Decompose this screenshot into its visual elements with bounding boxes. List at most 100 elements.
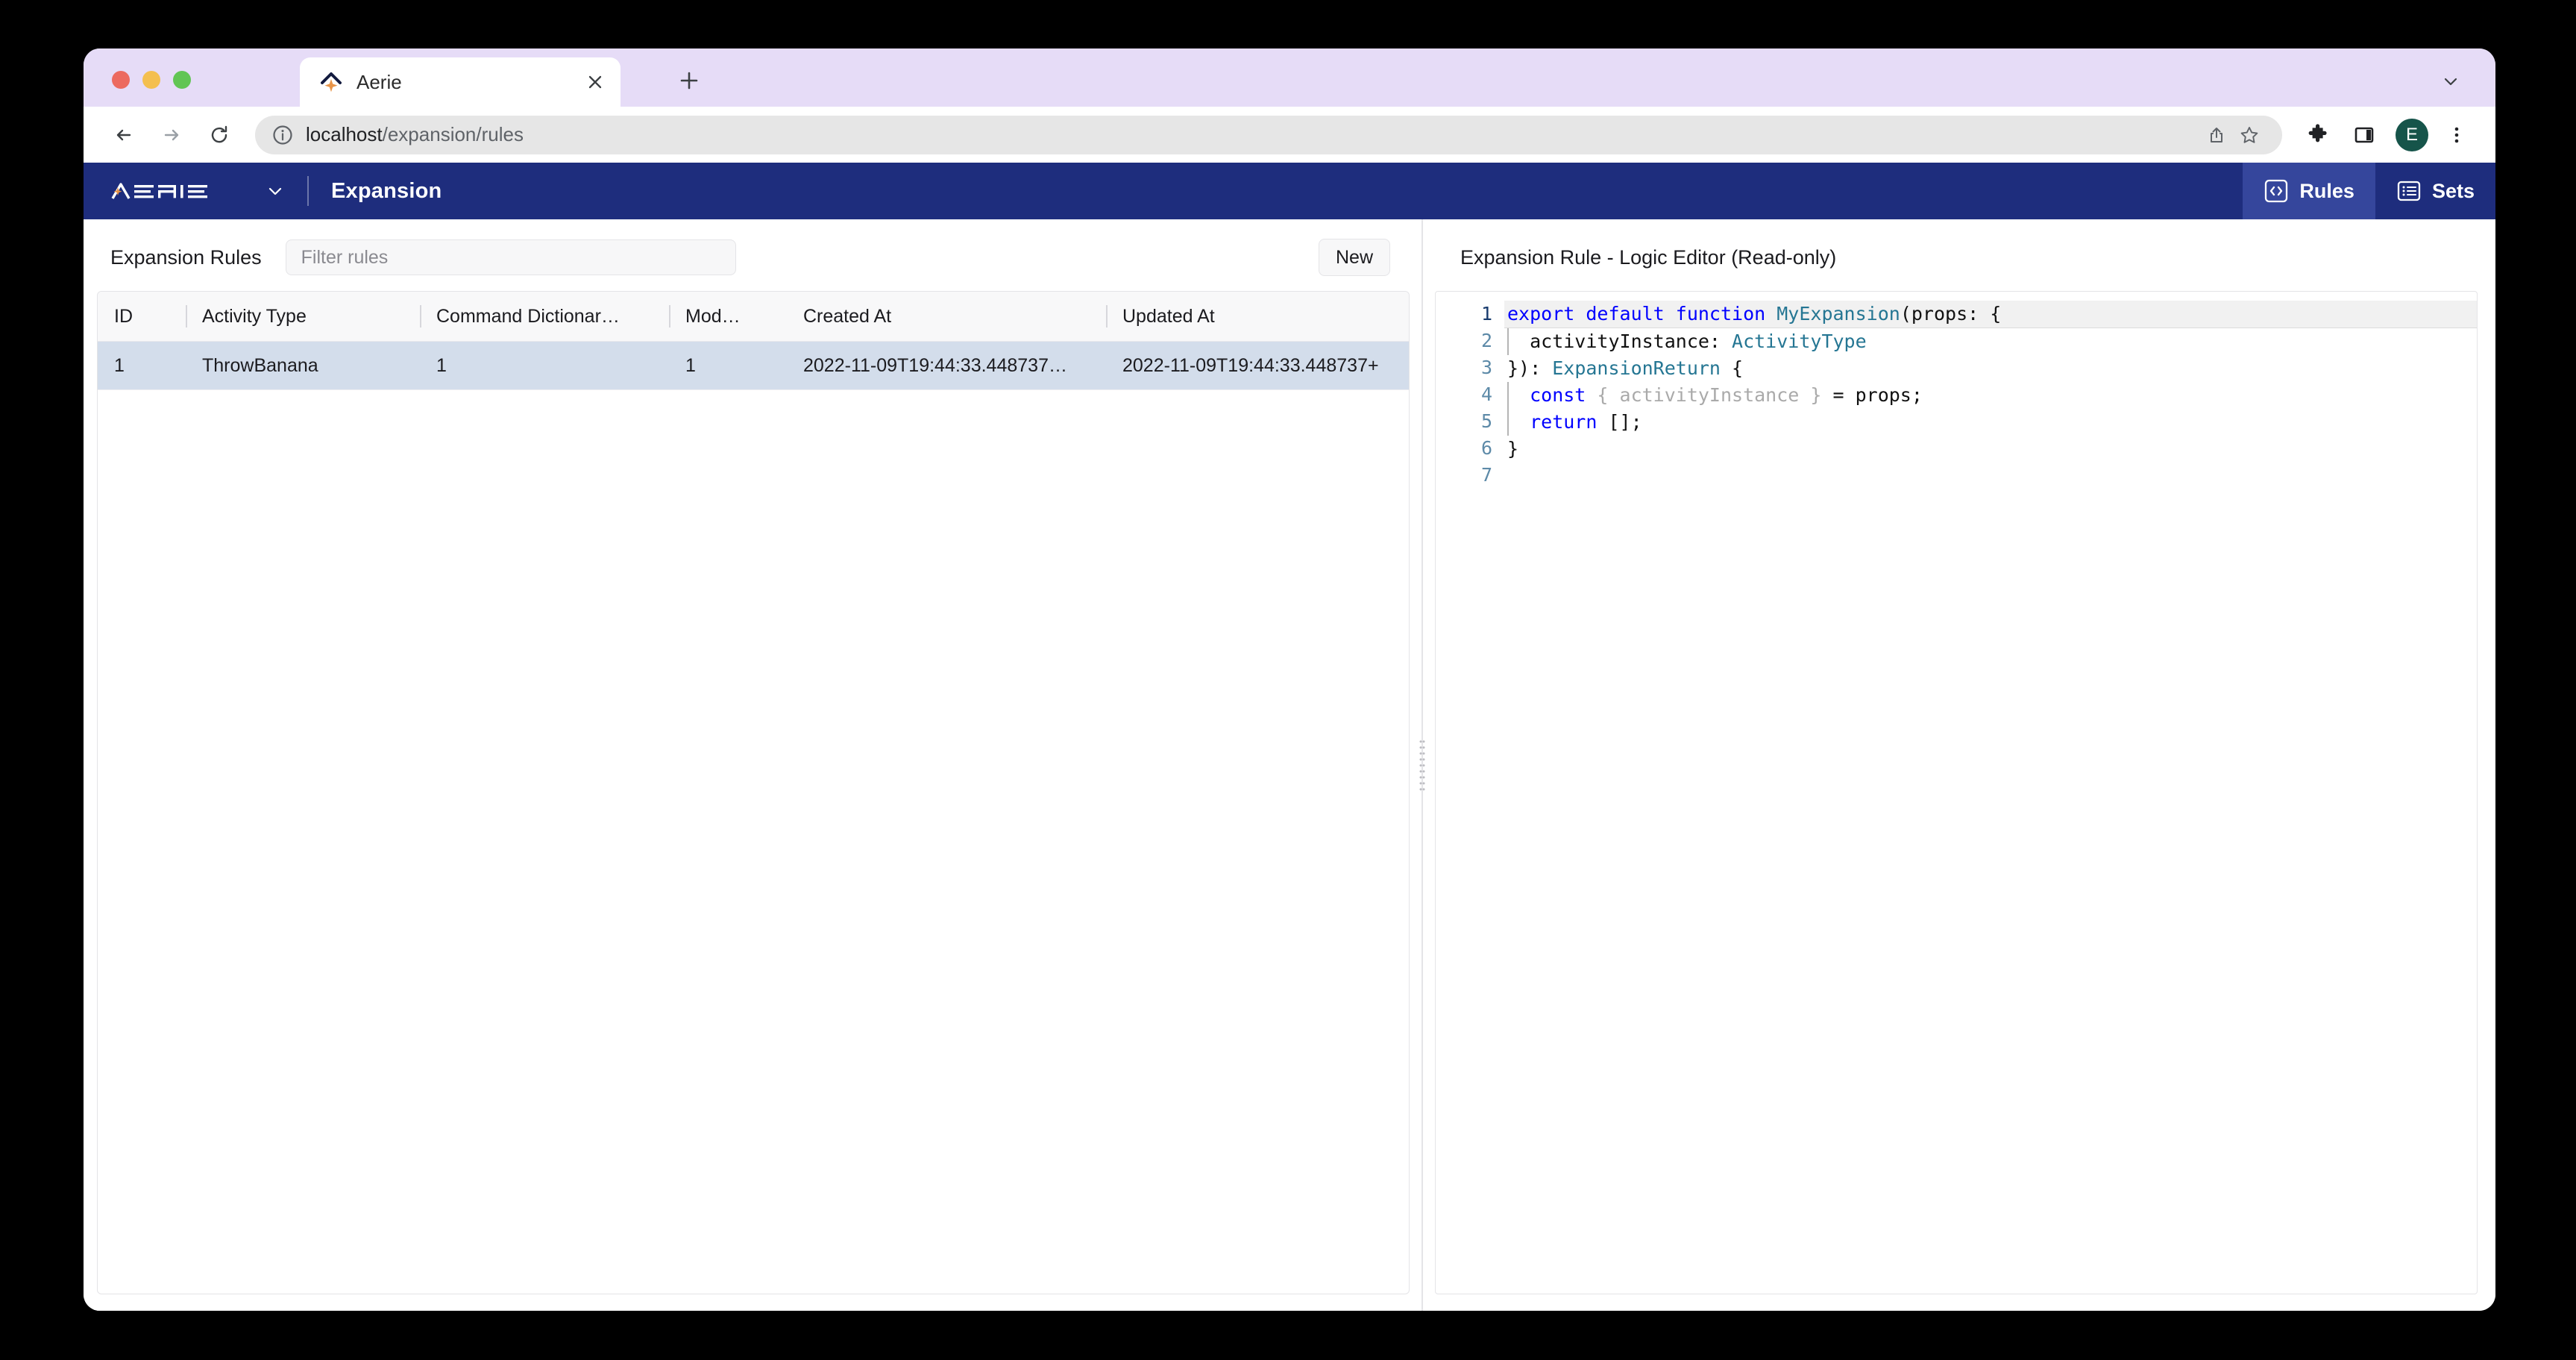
cell-model: 1 [669, 355, 787, 377]
column-header-activity-type[interactable]: Activity Type [186, 292, 420, 341]
line-number: 4 [1436, 381, 1492, 408]
editor-panel-header: Expansion Rule - Logic Editor (Read-only… [1435, 236, 2478, 279]
window-traffic-lights [112, 71, 191, 89]
editor-line-number-gutter: 1 2 3 4 5 6 7 [1436, 301, 1504, 489]
line-number: 1 [1436, 301, 1492, 328]
side-panel-icon[interactable] [2346, 117, 2382, 153]
editor-panel-title: Expansion Rule - Logic Editor (Read-only… [1460, 246, 1836, 269]
code-editor[interactable]: 1 2 3 4 5 6 7 export default function My… [1435, 291, 2478, 1294]
window-close-button[interactable] [112, 71, 130, 89]
column-header-command-dictionary[interactable]: Command Dictionar… [420, 292, 669, 341]
line-number: 5 [1436, 408, 1492, 435]
info-circle-icon[interactable] [271, 124, 294, 146]
share-icon[interactable] [2200, 119, 2233, 151]
app-nav-bar: Expansion Rules Sets [84, 163, 2495, 219]
column-header-updated-at[interactable]: Updated At [1106, 292, 1404, 341]
address-bar-url: localhost/expansion/rules [306, 123, 2200, 146]
profile-avatar[interactable]: E [2396, 119, 2428, 151]
line-number: 2 [1436, 328, 1492, 354]
code-token: (props: { [1900, 303, 2001, 325]
code-token: { activityInstance } [1586, 384, 1821, 406]
code-token: }): [1507, 357, 1552, 379]
code-line: const { activityInstance } = props; [1504, 382, 2477, 409]
cell-updated-at: 2022-11-09T19:44:33.448737+ [1106, 355, 1404, 377]
browser-window: Aerie [84, 48, 2495, 1311]
browser-tab-title: Aerie [356, 71, 582, 94]
cell-command-dictionary: 1 [420, 355, 669, 377]
code-token: activityInstance: [1507, 330, 1732, 352]
aerie-wordmark-logo-icon [110, 180, 252, 202]
puzzle-icon[interactable] [2300, 117, 2336, 153]
line-number: 7 [1436, 462, 1492, 489]
nav-tab-rules-label: Rules [2299, 180, 2354, 203]
cell-id: 1 [98, 355, 186, 377]
nav-divider [307, 176, 309, 206]
code-line: return []; [1504, 409, 2477, 436]
browser-tab-aerie[interactable]: Aerie [300, 57, 621, 107]
list-icon [2396, 178, 2422, 204]
back-arrow-icon[interactable] [104, 116, 143, 154]
code-line [1504, 463, 2477, 489]
browser-toolbar: localhost/expansion/rules [84, 107, 2495, 163]
code-area: 1 2 3 4 5 6 7 export default function My… [1436, 292, 2477, 489]
code-token: MyExpansion [1777, 303, 1900, 325]
rules-panel-header: Expansion Rules Filter rules New [97, 236, 1410, 279]
code-line: activityInstance: ActivityType [1504, 328, 2477, 355]
code-token: } [1507, 438, 1518, 460]
close-icon[interactable] [582, 69, 609, 95]
cell-activity-type: ThrowBanana [186, 355, 420, 377]
code-token: ExpansionReturn [1552, 357, 1721, 379]
code-token: { [1721, 357, 1743, 379]
column-header-id[interactable]: ID [98, 292, 186, 341]
expansion-rules-panel: Expansion Rules Filter rules New ID Acti… [84, 219, 1410, 1311]
nav-tab-sets-label: Sets [2432, 180, 2475, 203]
pane-splitter[interactable] [1410, 219, 1435, 1311]
code-line: export default function MyExpansion(prop… [1504, 301, 2477, 328]
code-line: }): ExpansionReturn { [1504, 355, 2477, 382]
three-dot-menu-icon[interactable] [2439, 117, 2475, 153]
window-minimize-button[interactable] [142, 71, 160, 89]
nav-tab-rules[interactable]: Rules [2243, 163, 2375, 219]
line-number: 3 [1436, 354, 1492, 381]
star-icon[interactable] [2233, 119, 2266, 151]
aerie-favicon-icon [318, 69, 345, 95]
forward-arrow-icon[interactable] [152, 116, 191, 154]
chevron-down-icon[interactable] [266, 181, 285, 201]
splitter-drag-handle[interactable] [1419, 740, 1425, 791]
code-token: export default function [1507, 303, 1777, 325]
split-panes: Expansion Rules Filter rules New ID Acti… [84, 219, 2495, 1311]
aerie-logo-group[interactable] [84, 163, 285, 219]
app-context-title: Expansion [331, 179, 442, 204]
code-token: []; [1597, 411, 1642, 433]
code-token: const [1507, 384, 1586, 406]
column-header-created-at[interactable]: Created At [787, 292, 1106, 341]
logic-editor-panel: Expansion Rule - Logic Editor (Read-only… [1435, 219, 2495, 1311]
expansion-rules-table: ID Activity Type Command Dictionar… Mod…… [97, 291, 1410, 1294]
browser-tab-strip: Aerie [84, 48, 2495, 107]
new-tab-button[interactable] [673, 64, 706, 97]
code-brackets-icon [2264, 178, 2289, 204]
window-maximize-button[interactable] [173, 71, 191, 89]
url-path: /expansion/rules [383, 123, 524, 145]
rules-panel-title: Expansion Rules [110, 246, 262, 269]
address-bar[interactable]: localhost/expansion/rules [255, 116, 2282, 154]
new-rule-button[interactable]: New [1319, 239, 1390, 276]
reload-icon[interactable] [200, 116, 239, 154]
table-body: 1 ThrowBanana 1 1 2022-11-09T19:44:33.44… [98, 342, 1409, 1294]
url-host: localhost [306, 123, 383, 145]
cell-created-at: 2022-11-09T19:44:33.448737… [787, 355, 1106, 377]
nav-spacer [442, 163, 2243, 219]
table-header-row: ID Activity Type Command Dictionar… Mod…… [98, 292, 1409, 342]
aerie-app: Expansion Rules Sets [84, 163, 2495, 1311]
code-token: ActivityType [1732, 330, 1867, 352]
filter-rules-input[interactable]: Filter rules [286, 239, 736, 275]
code-token: = props; [1821, 384, 1922, 406]
table-row[interactable]: 1 ThrowBanana 1 1 2022-11-09T19:44:33.44… [98, 342, 1409, 390]
code-line: } [1504, 436, 2477, 463]
chevron-down-icon[interactable] [2436, 66, 2466, 96]
nav-tab-sets[interactable]: Sets [2375, 163, 2495, 219]
editor-code-lines[interactable]: export default function MyExpansion(prop… [1504, 301, 2477, 489]
code-token: return [1507, 411, 1597, 433]
column-header-model[interactable]: Mod… [669, 292, 787, 341]
line-number: 6 [1436, 435, 1492, 462]
